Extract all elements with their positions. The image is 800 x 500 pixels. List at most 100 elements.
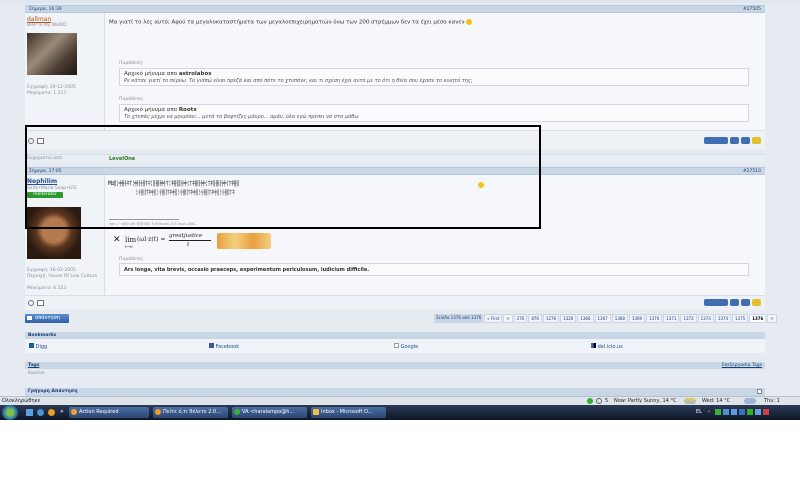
bookmark-facebook[interactable]: Facebook	[209, 343, 239, 350]
post1-username[interactable]: dallman	[27, 16, 51, 23]
taskbar-item-outlook[interactable]: Inbox - Microsoft O...	[311, 407, 386, 418]
pagination-page-5[interactable]: 1366	[577, 314, 594, 323]
outlook-icon	[313, 409, 319, 415]
quote2-text: Το χτυπάς μέχρι να μουρίσει... μετά το β…	[124, 114, 359, 120]
quote1-text: Ρε κάτσε γιατί το πέρνω. Το γιαπώ είναι …	[124, 78, 473, 84]
quicklaunch-overflow-icon[interactable]: »	[60, 408, 64, 415]
ie-quicklaunch-icon[interactable]	[37, 409, 44, 416]
firefox-quicklaunch-icon[interactable]	[48, 409, 55, 416]
language-indicator[interactable]: EL	[696, 409, 702, 415]
post1-quote2: Αρχικό μήνυμα απο Rootx Το χτυπάς μέχρι …	[119, 104, 749, 122]
pagination-first[interactable]: « First	[484, 314, 503, 323]
quick-reply-button[interactable]	[741, 137, 750, 144]
multiquote-button[interactable]	[730, 137, 739, 144]
bookmark-google[interactable]: Google	[394, 343, 418, 350]
zone-number: 5	[605, 398, 609, 404]
thanks-button[interactable]	[752, 137, 761, 144]
post2-number-link[interactable]: #27510	[743, 169, 761, 174]
pagination-page-1[interactable]: 376	[513, 314, 528, 323]
bookmarks-row: Digg Facebook Google del.icio.us	[25, 339, 765, 353]
quick-reply-button[interactable]	[741, 299, 750, 306]
post1-joined: Εγγραφή: 29-12-2005	[27, 85, 76, 90]
pagination-page-0[interactable]: <	[503, 314, 513, 323]
alert-icon	[71, 409, 77, 415]
taskbar-item-browser[interactable]: Πείτε ό,τι θέλετε 2.0...	[153, 407, 228, 418]
reply-icon	[27, 316, 32, 320]
highlight-rectangle	[25, 125, 541, 229]
tray-antivirus-icon[interactable]	[747, 409, 753, 415]
bookmark-digg[interactable]: Digg	[29, 343, 47, 350]
post1-quote1-header: Παράθεση:	[119, 61, 144, 66]
quote2-prefix: Αρχικό μήνυμα απο	[124, 107, 178, 113]
start-orb-icon[interactable]	[2, 405, 18, 420]
report-post-icon[interactable]	[37, 300, 44, 306]
post1-buttons	[702, 137, 761, 146]
reply-button[interactable]: απάντηση	[25, 314, 69, 323]
pagination-page-4[interactable]: 1326	[560, 314, 577, 323]
quote1-author: astrolabos	[178, 71, 212, 77]
pagination-page-10[interactable]: 1371	[663, 314, 680, 323]
weather-partly-sunny-icon	[684, 398, 696, 404]
post2-footer	[25, 295, 765, 310]
post2-joined: Εγγραφή: 16-02-2005	[27, 268, 76, 273]
browser-statusbar: Ολοκληρώθηκε 5 Now: Partly Sunny, 14 °C …	[0, 396, 800, 405]
status-text: Ολοκληρώθηκε	[2, 398, 41, 404]
pagination-page-12[interactable]: 1373	[697, 314, 714, 323]
tags-header: Tags Επεξεργασία Tags	[25, 362, 765, 369]
quick-reply-header: Γρήγορη Απάντηση	[25, 388, 765, 396]
top-strip	[0, 0, 800, 3]
tray-app-icon[interactable]	[739, 409, 745, 415]
tags-title[interactable]: Tags	[28, 363, 39, 368]
offline-status-icon	[28, 300, 34, 306]
browser-viewport: Σήμερα, 16:39 #27505 dallman BleP In My …	[0, 0, 800, 405]
post1-userinfo: dallman BleP In My WoRlD Εγγραφή: 29-12-…	[25, 13, 105, 130]
post1-body: Μα γιατί το λες αυτό; Αφού τα μεγαλοκατα…	[105, 13, 765, 130]
tray-network-icon[interactable]	[715, 409, 721, 415]
quote2-author: Rootx	[178, 107, 197, 113]
pagination-page-3[interactable]: 1276	[542, 314, 560, 323]
quote-button[interactable]	[704, 137, 728, 144]
taskbar-item-action-required[interactable]: Action Required	[69, 407, 149, 418]
pagination-page-13[interactable]: 1374	[714, 314, 732, 323]
weather-thu: Thu: 1	[764, 398, 780, 404]
formula-sigma-icon: ✕	[113, 235, 121, 245]
tray-expand-icon[interactable]: ‹	[708, 409, 710, 415]
pagination-page-16[interactable]: >	[767, 314, 777, 323]
quick-reply-title: Γρήγορη Απάντηση	[28, 389, 78, 394]
post1-messages: Μηνύματα: 1.217	[27, 91, 67, 96]
quote-button[interactable]	[704, 299, 728, 306]
post1-number-link[interactable]: #27505	[743, 7, 761, 12]
post1-quote2-header: Παράθεση:	[119, 97, 144, 102]
facebook-icon	[209, 343, 214, 348]
pagination-page-8[interactable]: 1369	[628, 314, 646, 323]
sig-quote: Ars longa, vita brevis, occasio praeceps…	[119, 263, 749, 276]
multiquote-button[interactable]	[730, 299, 739, 306]
pagination-page-7[interactable]: 1368	[611, 314, 628, 323]
browser-icon	[155, 409, 161, 415]
quote1-prefix: Αρχικό μήνυμα απο	[124, 71, 178, 77]
tray-alert-icon[interactable]	[763, 409, 769, 415]
delicious-icon	[591, 343, 596, 348]
tags-value: Κανένα	[28, 371, 45, 376]
pagination-page-6[interactable]: 1367	[594, 314, 611, 323]
show-desktop-icon[interactable]	[26, 409, 33, 416]
pagination-page-11[interactable]: 1372	[680, 314, 697, 323]
tray-update-icon[interactable]	[723, 409, 729, 415]
pagination-page-2[interactable]: 876	[528, 314, 542, 323]
post1-avatar[interactable]	[27, 33, 77, 75]
pagination-page-9[interactable]: 1370	[646, 314, 663, 323]
post2-messages: Μηνύματα: 6.553	[27, 286, 67, 291]
taskbar-item-messenger[interactable]: VA <haralampo@h...	[232, 407, 307, 418]
digg-icon	[29, 343, 34, 348]
pagination-page-14[interactable]: 1375	[732, 314, 749, 323]
windows-taskbar: » Action Required Πείτε ό,τι θέλετε 2.0.…	[0, 405, 800, 420]
collapse-icon[interactable]	[757, 389, 762, 394]
bookmark-delicious[interactable]: del.icio.us	[591, 343, 623, 350]
tray-volume-icon[interactable]	[755, 409, 761, 415]
post1-header: Σήμερα, 16:39 #27505	[25, 5, 765, 13]
signature-image	[217, 233, 271, 249]
thanks-button[interactable]	[752, 299, 761, 306]
pagination-page-15[interactable]: 1376	[749, 314, 767, 323]
tray-messenger-icon[interactable]	[731, 409, 737, 415]
tags-edit-link[interactable]: Επεξεργασία Tags	[722, 363, 762, 368]
